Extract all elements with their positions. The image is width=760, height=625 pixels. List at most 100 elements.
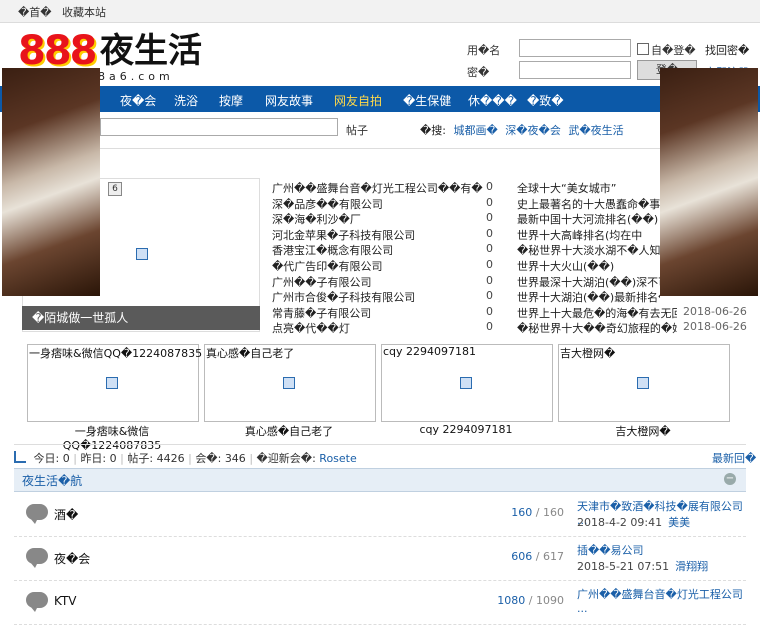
hot-search-link[interactable]: 城都画� — [454, 124, 498, 137]
forum-last-post-user[interactable]: 美美 — [668, 516, 690, 529]
news-list-item[interactable]: 世界十大高峰排名(均在中 — [517, 227, 642, 243]
main-nav: 夜�会 洗浴 按摩 网友故事 网友自拍 �生保健 休��� �致� — [0, 86, 760, 112]
broken-image-icon — [283, 377, 295, 389]
top-bar: �首� 收藏本站 — [0, 0, 760, 23]
thumb-title[interactable]: 真心感�自己老了 — [206, 345, 294, 361]
favorite-link[interactable]: 收藏本站 — [62, 4, 106, 20]
forum-bubble-icon — [26, 592, 48, 612]
password-input[interactable] — [519, 61, 631, 79]
company-list-count: 0 — [486, 273, 493, 287]
forum-last-post-time: 2018-5-21 07:51 — [577, 560, 670, 573]
forum-name[interactable]: KTV — [54, 594, 76, 608]
nav-item-bath[interactable]: 洗浴 — [174, 92, 198, 109]
company-list-item[interactable]: 广州��盛舞台音�灯光工程公司��有� — [272, 180, 483, 196]
yesterday-count: 0 — [109, 452, 117, 465]
company-list-count: 0 — [486, 195, 493, 209]
thumb-title[interactable]: 一身痞味&微信QQ�1224087835 — [29, 345, 202, 361]
logo-text[interactable]: 夜生活 — [100, 30, 202, 72]
company-list-item[interactable]: 常青藤�子有限公司 — [272, 305, 371, 321]
forum-stats: 今日: 0 | 昨日: 0 | 帖子: 4426 | 会�: 346 | �迎新… — [14, 450, 357, 466]
forum-category-header — [14, 468, 746, 492]
search-input[interactable] — [100, 118, 338, 136]
members-label: 会�: — [195, 452, 222, 465]
forum-last-post-user[interactable]: 滑翔翔 — [675, 560, 708, 573]
news-list-item[interactable]: 世界最深十大湖泊(��)深不可� — [517, 274, 660, 290]
newest-reply-link[interactable]: 最新回� — [712, 450, 756, 466]
logo-number[interactable]: 888 — [18, 30, 97, 72]
forum-last-post-time: 2018-4-2 09:41 — [577, 516, 663, 529]
forum-row[interactable]: 酒� 160 / 160 天津市�致酒�科技�展有限公司 ... 2018-4-2 0… — [14, 492, 746, 537]
company-list-count: 0 — [486, 289, 493, 303]
thumb-title[interactable]: cqy 2294097181 — [383, 345, 476, 358]
company-list-item[interactable]: 广州市合俊�子科技有限公司 — [272, 289, 415, 305]
nav-item-leisure[interactable]: 休��� — [468, 92, 517, 109]
collapse-icon[interactable]: − — [724, 473, 736, 485]
thumb-caption[interactable]: 一身痞味&微信QQ�1224087835 — [27, 423, 197, 452]
company-list-item[interactable]: 香港宝江�概念有限公司 — [272, 242, 393, 258]
search-type-select[interactable]: 帖子 — [346, 122, 368, 138]
company-list-item[interactable]: 深�品彦��有限公司 — [272, 196, 383, 212]
forum-category-title[interactable]: 夜生活�航 — [22, 472, 82, 489]
thumb-caption[interactable]: 真心感�自己老了 — [204, 423, 374, 439]
divider — [100, 148, 660, 149]
forum-row[interactable]: 夜�会 606 / 617 插��易公司 2018-5-21 07:51 滑翔翔 — [14, 536, 746, 581]
nav-item-massage[interactable]: 按摩 — [219, 92, 243, 109]
forum-counts: 160 / 160 — [511, 506, 564, 519]
forum-counts: 1080 / 1090 — [497, 594, 564, 607]
company-list-item[interactable]: �代广告印�有限公司 — [272, 258, 383, 274]
forum-topic-count: 1080 — [497, 594, 526, 607]
slideshow-caption[interactable]: �陌城做一世孤人 — [22, 306, 260, 330]
forum-name[interactable]: 酒� — [54, 506, 78, 523]
nav-item-selfie[interactable]: 网友自拍 — [334, 92, 382, 109]
thumb-title[interactable]: 吉大橙网� — [560, 345, 615, 361]
forum-last-post-title[interactable]: 广州��盛舞台音�灯光工程公司 ... — [577, 586, 746, 615]
news-list-item[interactable]: �秘世界十大淡水湖不�人知的秘密 — [517, 242, 660, 258]
password-label: 密� — [467, 66, 490, 79]
newest-member-link[interactable]: Rosete — [319, 452, 356, 465]
username-label: 用�名 — [467, 44, 501, 57]
home-link[interactable]: �首� — [18, 4, 52, 20]
news-list-item[interactable]: 全球十大“美女城市” — [517, 180, 616, 196]
members-count: 346 — [224, 452, 246, 465]
logo-domain: 8a6.com — [98, 70, 174, 83]
forum-name[interactable]: 夜�会 — [54, 550, 90, 567]
news-list-item[interactable]: 世界十大湖泊(��)最新排名�界 — [517, 289, 660, 305]
forum-bubble-icon — [26, 548, 48, 568]
news-list-item[interactable]: 史上最著名的十大愚蠢命�事件 — [517, 196, 660, 212]
thumb-caption[interactable]: cqy 2294097181 — [381, 423, 551, 436]
username-input[interactable] — [519, 39, 631, 57]
company-list-count: 0 — [486, 304, 493, 318]
stats-chart-icon — [14, 451, 26, 463]
forum-topic-count: 606 — [511, 550, 533, 563]
nav-item-more[interactable]: �致� — [527, 92, 564, 109]
news-list-item[interactable]: 最新中国十大河流排名(��) — [517, 211, 658, 227]
company-list-count: 0 — [486, 258, 493, 271]
nav-item-stories[interactable]: 网友故事 — [265, 92, 313, 109]
newest-member-label: �迎新会�: — [256, 452, 316, 465]
today-label: 今日: — [33, 452, 60, 465]
forum-post-count: 160 — [543, 506, 564, 519]
company-list-item[interactable]: 点亮�代��灯 — [272, 320, 350, 336]
company-list-item[interactable]: 广州��子有限公司 — [272, 274, 372, 290]
news-list-item[interactable]: �秘世界十大��奇幻旅程的�始 — [517, 320, 677, 336]
company-list-item[interactable]: 河北金苹果�子科技有限公司 — [272, 227, 415, 243]
nav-item-nightclub[interactable]: 夜�会 — [120, 92, 156, 109]
hot-search-link[interactable]: 深�夜�会 — [505, 124, 561, 137]
forum-last-post-title[interactable]: 插��易公司 — [577, 542, 644, 558]
company-list-count: 0 — [486, 211, 493, 225]
posts-label: 帖子: — [127, 452, 154, 465]
right-ad-image[interactable] — [660, 68, 758, 296]
thumb-caption[interactable]: 吉大橙网� — [558, 423, 728, 439]
company-list-item[interactable]: 深�海�利沙�厂 — [272, 211, 361, 227]
forgot-password-link[interactable]: 找回密� — [705, 42, 749, 58]
news-list-item[interactable]: 世界十大火山(��) — [517, 258, 614, 274]
news-list-item[interactable]: 世界上十大最危�的海�有去无回 — [517, 305, 677, 321]
auto-login-checkbox[interactable] — [637, 43, 649, 55]
hot-search-link[interactable]: 武�夜生活 — [568, 124, 623, 137]
slide-number[interactable]: 6 — [108, 182, 122, 196]
forum-last-post-meta: 2018-5-21 07:51 滑翔翔 — [577, 558, 708, 574]
forum-row[interactable]: KTV 1080 / 1090 广州��盛舞台音�灯光工程公司 ... — [14, 580, 746, 625]
yesterday-label: 昨日: — [80, 452, 107, 465]
nav-item-health[interactable]: �生保健 — [403, 92, 451, 109]
left-ad-image[interactable] — [2, 68, 100, 296]
